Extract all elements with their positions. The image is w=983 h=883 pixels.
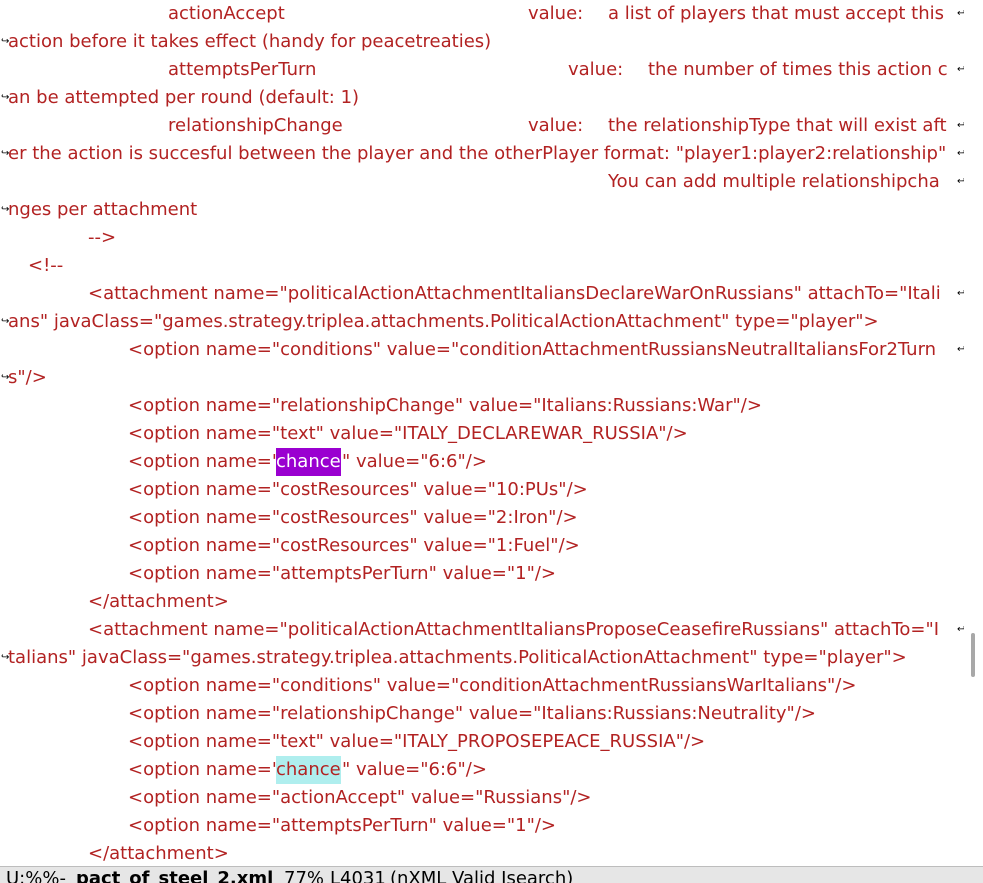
code-text: <option name="costResources" value="1:Fu… (128, 535, 580, 556)
line-number: L4031 (330, 868, 386, 883)
code-text: </attachment> (88, 843, 229, 864)
code-text: action before it takes effect (handy for… (8, 31, 492, 52)
search-match[interactable]: chance (276, 756, 341, 784)
code-line[interactable]: <attachment name="politicalActionAttachm… (0, 616, 964, 644)
code-text: " value="6:6"/> (342, 451, 487, 472)
buffer-status: U:%%- (6, 868, 66, 883)
code-text: <option name="text" value="ITALY_PROPOSE… (128, 731, 706, 752)
major-modes[interactable]: (nXML Valid Isearch) (390, 867, 573, 883)
code-line[interactable]: <option name="text" value="ITALY_DECLARE… (0, 420, 964, 448)
code-line[interactable]: You can add multiple relationshipcha ↩ (0, 168, 964, 196)
code-line[interactable]: <option name="costResources" value="10:P… (0, 476, 964, 504)
code-line[interactable]: ↪ talians" javaClass="games.strategy.trip… (0, 644, 964, 672)
code-text: talians" javaClass="games.strategy.tripl… (8, 647, 907, 668)
code-text: <option name="costResources" value="2:Ir… (128, 507, 578, 528)
code-text: <option name="attemptsPerTurn" value="1"… (128, 815, 557, 836)
code-line[interactable]: <option name=" chance " value="6:6"/> (0, 448, 964, 476)
code-line[interactable]: attemptsPerTurn value: the number of times… (0, 56, 964, 84)
code-text: <option name="actionAccept" value="Russi… (128, 787, 592, 808)
code-line[interactable]: ↪ nges per attachment (0, 196, 964, 224)
code-text: <option name="costResources" value="10:P… (128, 479, 588, 500)
code-text: attemptsPerTurn (168, 59, 317, 80)
wrap-arrow-icon: ↩ (957, 288, 964, 299)
code-text: s"/> (8, 367, 47, 388)
code-text: <option name=" (128, 759, 281, 780)
code-line[interactable]: <option name="relationshipChange" value=… (0, 392, 964, 420)
editor-text-area[interactable]: actionAccept value: a list of players that… (0, 0, 964, 866)
vertical-scrollbar[interactable] (964, 0, 983, 866)
code-line[interactable]: <option name="relationshipChange" value=… (0, 700, 964, 728)
code-line[interactable]: </attachment> (0, 840, 964, 866)
code-line[interactable]: relationshipChange value: the relationship… (0, 112, 964, 140)
wrap-arrow-icon: ↩ (957, 176, 964, 187)
scrollbar-thumb[interactable] (971, 633, 975, 677)
code-line[interactable]: <option name="attemptsPerTurn" value="1"… (0, 812, 964, 840)
code-line[interactable]: ↪ er the action is succesful between the … (0, 140, 964, 168)
code-text: actionAccept (168, 3, 285, 24)
code-text: <attachment name="politicalActionAttachm… (88, 283, 941, 304)
code-text: <option name="conditions" value="conditi… (128, 339, 937, 360)
code-text: value: (568, 59, 624, 80)
wrap-arrow-icon: ↩ (957, 8, 964, 19)
code-text: <option name="relationshipChange" value=… (128, 703, 816, 724)
code-line[interactable]: <!-- (0, 252, 964, 280)
code-line[interactable]: <option name="actionAccept" value="Russi… (0, 784, 964, 812)
code-line[interactable]: ↪ s"/> (0, 364, 964, 392)
code-line[interactable]: <option name="costResources" value="2:Ir… (0, 504, 964, 532)
code-text: <!-- (28, 255, 64, 276)
code-text: a list of players that must accept this (608, 3, 944, 24)
code-text: value: (528, 115, 584, 136)
code-text: er the action is succesful between the p… (8, 143, 947, 164)
code-line[interactable]: --> (0, 224, 964, 252)
code-text: <attachment name="politicalActionAttachm… (88, 619, 940, 640)
code-line[interactable]: <option name="conditions" value="conditi… (0, 672, 964, 700)
code-text: <option name="text" value="ITALY_DECLARE… (128, 423, 688, 444)
code-text: </attachment> (88, 591, 229, 612)
code-text: --> (88, 227, 117, 248)
code-text: relationshipChange (168, 115, 343, 136)
code-line[interactable]: <option name="conditions" value="conditi… (0, 336, 964, 364)
wrap-arrow-icon: ↩ (957, 120, 964, 131)
code-text: the relationshipType that will exist aft (608, 115, 947, 136)
mode-line: U:%%- pact_of_steel_2.xml 77% L4031 (nXM… (0, 866, 983, 883)
code-text: <option name=" (128, 451, 281, 472)
code-line[interactable]: <attachment name="politicalActionAttachm… (0, 280, 964, 308)
code-line[interactable]: <option name="costResources" value="1:Fu… (0, 532, 964, 560)
code-text: an be attempted per round (default: 1) (8, 87, 360, 108)
wrap-arrow-icon: ↩ (957, 148, 964, 159)
code-line[interactable]: ↪ action before it takes effect (handy fo… (0, 28, 964, 56)
code-text: <option name="conditions" value="conditi… (128, 675, 857, 696)
buffer-name[interactable]: pact_of_steel_2.xml (76, 867, 273, 883)
code-text: the number of times this action c (648, 59, 948, 80)
search-match[interactable]: chance (276, 448, 341, 476)
code-text: ans" javaClass="games.strategy.triplea.a… (8, 311, 879, 332)
buffer-percent: 77% (284, 868, 325, 883)
code-text: " value="6:6"/> (342, 759, 487, 780)
code-line[interactable]: </attachment> (0, 588, 964, 616)
code-text: <option name="attemptsPerTurn" value="1"… (128, 563, 557, 584)
code-text: nges per attachment (8, 199, 198, 220)
code-line[interactable]: ↪ ans" javaClass="games.strategy.triplea.… (0, 308, 964, 336)
code-text: <option name="relationshipChange" value=… (128, 395, 762, 416)
code-line[interactable]: <option name="text" value="ITALY_PROPOSE… (0, 728, 964, 756)
code-line[interactable]: <option name=" chance " value="6:6"/> (0, 756, 964, 784)
code-text: You can add multiple relationshipcha (608, 171, 940, 192)
code-line[interactable]: actionAccept value: a list of players that… (0, 0, 964, 28)
wrap-arrow-icon: ↩ (957, 624, 964, 635)
code-line[interactable]: <option name="attemptsPerTurn" value="1"… (0, 560, 964, 588)
code-text: value: (528, 3, 584, 24)
wrap-arrow-icon: ↩ (957, 344, 964, 355)
wrap-arrow-icon: ↩ (957, 64, 964, 75)
code-line[interactable]: ↪ an be attempted per round (default: 1) (0, 84, 964, 112)
